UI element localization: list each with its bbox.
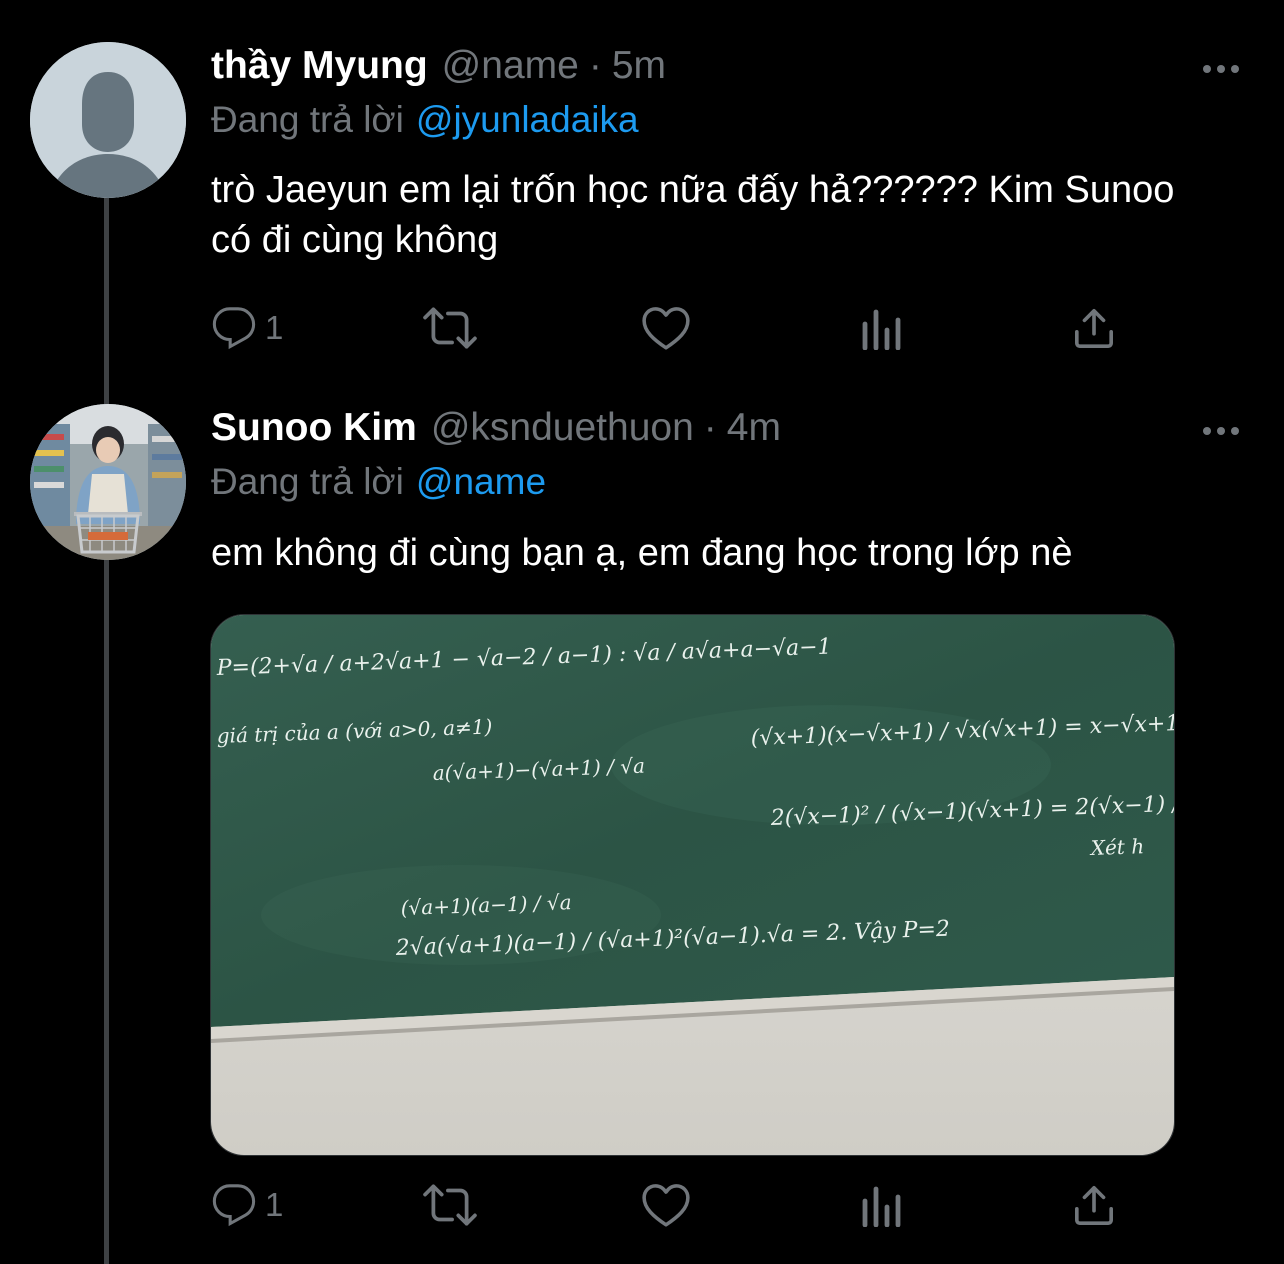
replying-to-line: Đang trả lời @jyunladaika	[211, 99, 639, 141]
separator-dot: ·	[703, 406, 717, 449]
views-button[interactable]	[861, 298, 901, 358]
share-button[interactable]	[1073, 298, 1115, 358]
share-icon	[1075, 1186, 1113, 1225]
share-button[interactable]	[1073, 1175, 1115, 1235]
like-icon	[642, 307, 690, 350]
like-button[interactable]	[641, 298, 691, 358]
tweet-actions: 1	[211, 298, 1131, 358]
replying-to-line: Đang trả lời @name	[211, 461, 546, 503]
profile-photo	[30, 404, 186, 560]
tweet-text: em không đi cùng bạn ạ, em đang học tron…	[211, 532, 1073, 574]
reply-icon	[212, 1184, 256, 1227]
display-name[interactable]: thầy Myung	[211, 44, 428, 88]
reply-button[interactable]: 1	[211, 298, 283, 358]
replying-to-label: Đang trả lời	[211, 99, 404, 140]
tweet-media-photo[interactable]: P=(2+√a / a+2√a+1 − √a−2 / a−1) : √a / a…	[210, 614, 1175, 1156]
chalk-formula: Xét h	[1088, 834, 1144, 860]
tweet-actions: 1	[211, 1175, 1131, 1235]
like-button[interactable]	[641, 1175, 691, 1235]
retweet-icon	[423, 307, 477, 349]
avatar[interactable]	[30, 404, 186, 560]
timestamp[interactable]: 5m	[612, 44, 666, 88]
reply-count: 1	[265, 309, 284, 346]
like-icon	[642, 1184, 690, 1227]
more-options-button[interactable]	[1196, 54, 1246, 84]
views-button[interactable]	[861, 1175, 901, 1235]
reply-icon	[212, 307, 256, 350]
more-icon	[1203, 65, 1239, 73]
tweet-header: Sunoo Kim @ksnduethuon · 4m	[211, 406, 781, 456]
retweet-icon	[423, 1184, 477, 1226]
display-name[interactable]: Sunoo Kim	[211, 406, 417, 450]
user-handle[interactable]: @ksnduethuon	[431, 406, 694, 450]
avatar[interactable]	[30, 42, 186, 198]
tweet-header: thầy Myung @name · 5m	[211, 44, 666, 94]
views-icon	[862, 1186, 901, 1227]
mention-link[interactable]: @jyunladaika	[416, 99, 639, 140]
reply-count: 1	[265, 1186, 284, 1223]
thread-connector-line	[104, 198, 109, 1264]
mention-link[interactable]: @name	[416, 461, 546, 502]
separator-dot: ·	[588, 44, 602, 87]
views-icon	[862, 309, 901, 350]
user-handle[interactable]: @name	[442, 44, 579, 88]
chalkboard-photo: P=(2+√a / a+2√a+1 − √a−2 / a−1) : √a / a…	[211, 615, 1174, 1155]
more-icon	[1203, 427, 1239, 435]
tweet-text: trò Jaeyun em lại trốn học nữa đấy hả???…	[211, 169, 1175, 261]
share-icon	[1075, 309, 1113, 348]
default-profile-icon	[30, 42, 186, 198]
retweet-button[interactable]	[423, 1175, 477, 1235]
more-options-button[interactable]	[1196, 416, 1246, 446]
replying-to-label: Đang trả lời	[211, 461, 404, 502]
retweet-button[interactable]	[423, 298, 477, 358]
timestamp[interactable]: 4m	[727, 406, 781, 450]
reply-button[interactable]: 1	[211, 1175, 283, 1235]
